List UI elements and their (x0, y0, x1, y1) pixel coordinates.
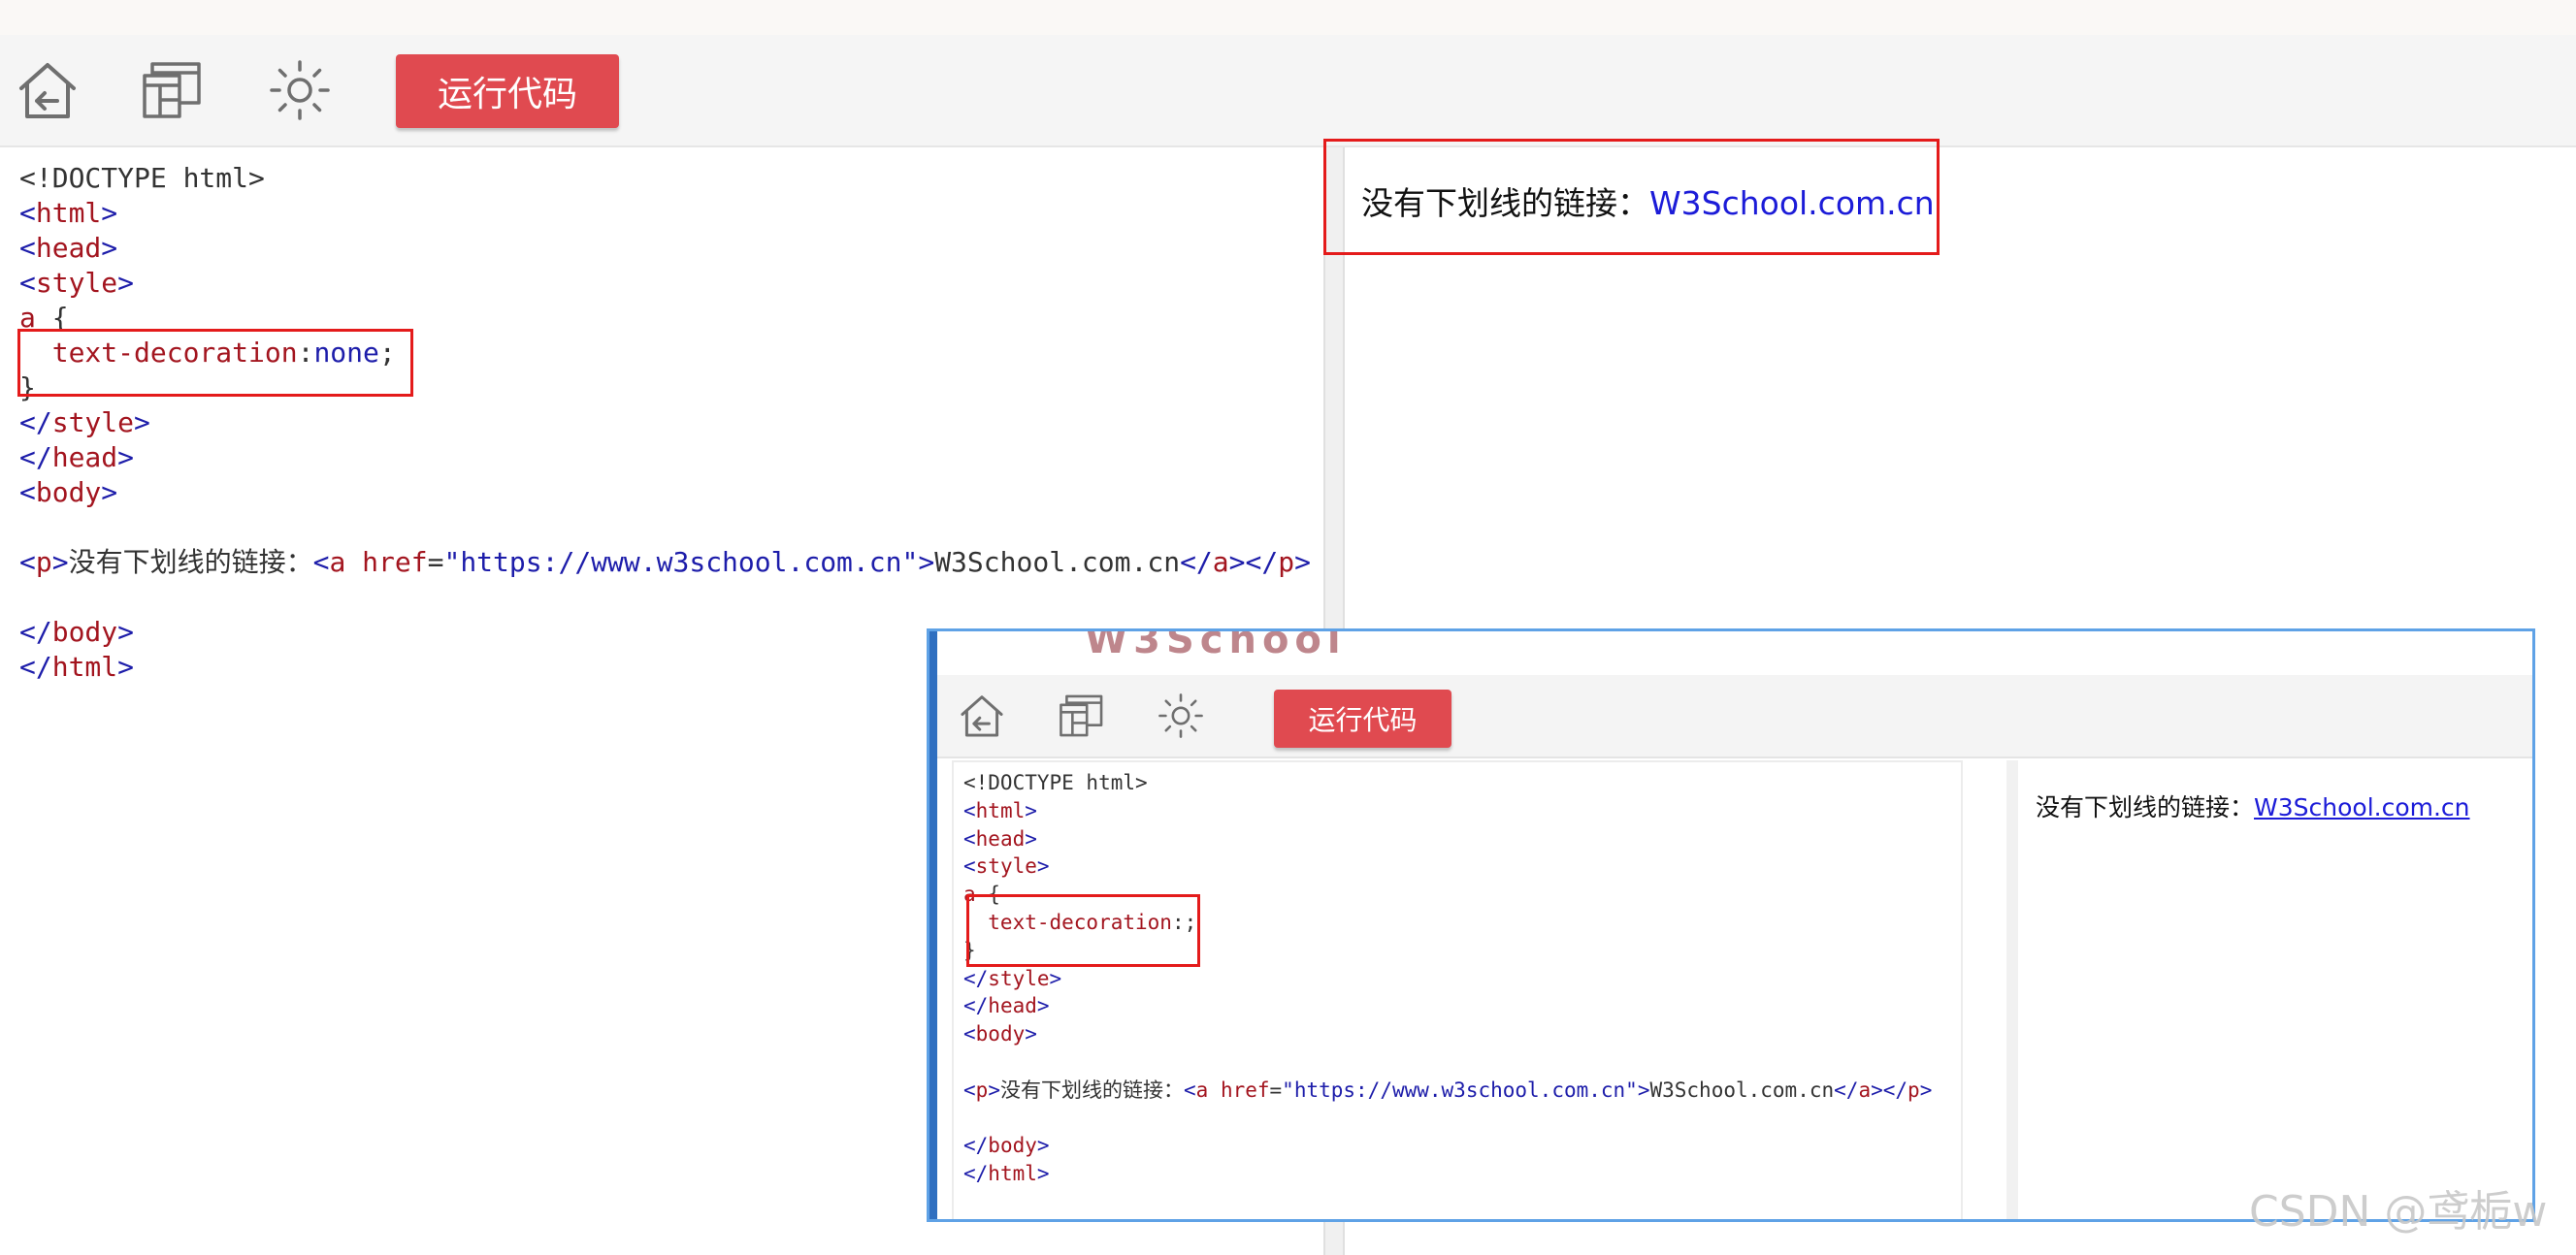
code-line: <!DOCTYPE html> (19, 162, 265, 194)
inset-result-label: 没有下划线的链接： (2036, 793, 2255, 821)
inset-toolbar: 运行代码 (937, 675, 2532, 758)
inset-result-pane (2018, 760, 2532, 1219)
watermark: CSDN @鸢栀w (2249, 1187, 2548, 1237)
toolbar: 运行代码 (0, 35, 2576, 147)
inset-pane-splitter[interactable] (2006, 760, 2018, 1219)
code-line: <p>没有下划线的链接：<a href="https://www.w3schoo… (963, 1078, 1933, 1102)
code-line: <body> (19, 476, 118, 508)
inset-logo-fragment: W3School (1085, 628, 1347, 662)
inset-result-paragraph: 没有下划线的链接：W3School.com.cn (2036, 788, 2470, 823)
code-line: </style> (963, 966, 1062, 990)
code-line: <body> (963, 1022, 1037, 1046)
inset-screenshot: W3School 运行代码 <!DOCTYPE html> <html> <he… (927, 628, 2535, 1222)
highlight-box-result (1323, 139, 1940, 255)
code-line: <style> (963, 854, 1050, 879)
code-line: <head> (963, 826, 1037, 851)
code-line: <p>没有下划线的链接：<a href="https://www.w3schoo… (19, 546, 1311, 578)
code-line: <!DOCTYPE html> (963, 771, 1148, 794)
code-line: <html> (19, 197, 118, 229)
inset-brightness-icon[interactable] (1156, 691, 1206, 741)
code-line: </body> (19, 616, 135, 648)
inset-result-link[interactable]: W3School.com.cn (2254, 793, 2470, 821)
inset-highlight-box-css (966, 894, 1200, 967)
inset-code-text: <!DOCTYPE html> <html> <head> <style> a … (963, 769, 1932, 1188)
code-line: </body> (963, 1134, 1050, 1158)
code-line: </html> (19, 651, 135, 683)
windows-icon[interactable] (139, 56, 207, 124)
home-icon[interactable] (14, 56, 82, 124)
inset-windows-icon[interactable] (1057, 691, 1107, 741)
code-line: <head> (19, 232, 118, 264)
top-strip (0, 0, 2576, 35)
code-line: <html> (963, 798, 1037, 822)
inset-run-code-button[interactable]: 运行代码 (1274, 690, 1451, 748)
code-line: </html> (963, 1162, 1050, 1186)
code-line: </head> (19, 441, 135, 473)
highlight-box-css (17, 329, 413, 397)
code-line: <style> (19, 267, 135, 299)
brightness-icon[interactable] (266, 56, 334, 124)
run-code-button[interactable]: 运行代码 (396, 54, 619, 128)
code-line: </style> (19, 406, 150, 438)
code-line: </head> (963, 994, 1050, 1018)
inset-home-icon[interactable] (957, 691, 1007, 741)
code-text: <!DOCTYPE html> <html> <head> <style> a … (19, 161, 1311, 685)
inset-accent-bar (929, 631, 937, 1219)
